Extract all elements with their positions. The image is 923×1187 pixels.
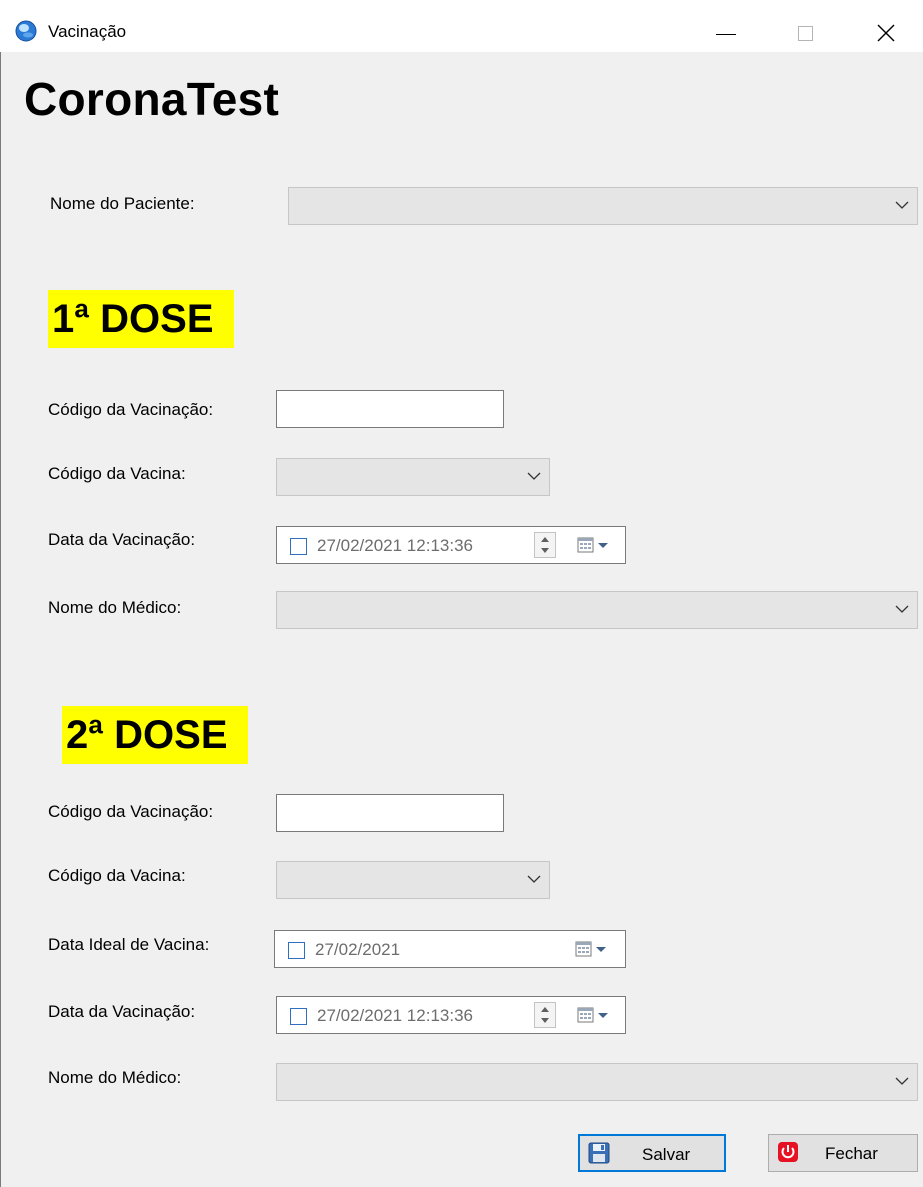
dose-1-vaccine-code-label: Código da Vacina:	[48, 464, 186, 483]
patient-name-select[interactable]	[288, 187, 918, 225]
chevron-down-icon	[527, 875, 541, 883]
date-enable-checkbox[interactable]	[290, 1008, 307, 1025]
chevron-down-icon	[527, 472, 541, 480]
close-button[interactable]: Fechar	[768, 1134, 918, 1172]
power-icon	[778, 1142, 798, 1162]
dose-2-vaccination-code-input[interactable]	[276, 794, 504, 832]
floppy-disk-icon	[588, 1142, 610, 1164]
date-enable-checkbox[interactable]	[288, 942, 305, 959]
vaccination-window: Vacinação CoronaTest Nome do Paciente: 1…	[0, 0, 923, 1187]
dose-2-vaccine-code-label: Código da Vacina:	[48, 866, 186, 885]
date-enable-checkbox[interactable]	[290, 538, 307, 555]
chevron-down-icon	[895, 605, 909, 613]
chevron-down-icon	[895, 201, 909, 209]
dose-2-vaccination-date-picker[interactable]: 27/02/2021 12:13:36	[276, 996, 626, 1034]
maximize-button[interactable]	[786, 14, 826, 50]
close-icon	[877, 24, 895, 42]
app-brand-heading: CoronaTest	[24, 73, 280, 125]
save-button-label: Salvar	[642, 1145, 691, 1164]
dose-2-doctor-label: Nome do Médico:	[48, 1068, 182, 1087]
chevron-down-icon	[895, 1077, 909, 1085]
window-border	[0, 0, 1, 1187]
time-spinner[interactable]	[534, 1002, 556, 1028]
close-button-label: Fechar	[825, 1144, 878, 1163]
dose-2-vaccination-date-value: 27/02/2021 12:13:36	[317, 1006, 473, 1025]
window-title: Vacinação	[48, 22, 127, 41]
dose-2-ideal-date-value: 27/02/2021	[315, 940, 401, 959]
dose-1-heading: 1ª DOSE	[48, 290, 234, 348]
dose-1-vaccination-code-label: Código da Vacinação:	[48, 400, 214, 419]
dose-1-vaccination-date-label: Data da Vacinação:	[48, 530, 196, 549]
dose-1-doctor-select[interactable]	[276, 591, 918, 629]
calendar-dropdown-icon[interactable]	[575, 941, 611, 957]
dose-2-vaccination-code-label: Código da Vacinação:	[48, 802, 214, 821]
title-bar: Vacinação	[0, 0, 923, 52]
minimize-button[interactable]	[706, 14, 746, 50]
patient-name-label: Nome do Paciente:	[50, 194, 195, 213]
dose-2-doctor-select[interactable]	[276, 1063, 918, 1101]
close-window-button[interactable]	[866, 14, 906, 50]
calendar-dropdown-icon[interactable]	[577, 1007, 613, 1023]
dose-1-vaccination-date-value: 27/02/2021 12:13:36	[317, 536, 473, 555]
dose-2-vaccination-date-label: Data da Vacinação:	[48, 1002, 196, 1021]
dose-1-vaccination-code-input[interactable]	[276, 390, 504, 428]
calendar-dropdown-icon[interactable]	[577, 537, 613, 553]
dose-2-vaccine-code-select[interactable]	[276, 861, 550, 899]
dose-2-ideal-date-picker[interactable]: 27/02/2021	[274, 930, 626, 968]
dose-2-heading: 2ª DOSE	[62, 706, 248, 764]
app-icon	[15, 20, 37, 42]
dose-1-vaccination-date-picker[interactable]: 27/02/2021 12:13:36	[276, 526, 626, 564]
dose-1-vaccine-code-select[interactable]	[276, 458, 550, 496]
save-button[interactable]: Salvar	[578, 1134, 726, 1172]
dose-1-doctor-label: Nome do Médico:	[48, 598, 182, 617]
dose-2-ideal-date-label: Data Ideal de Vacina:	[48, 935, 210, 954]
time-spinner[interactable]	[534, 532, 556, 558]
